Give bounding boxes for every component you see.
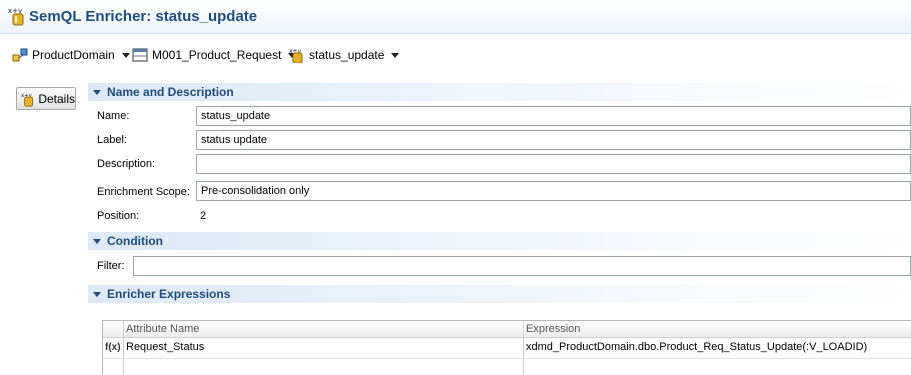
breadcrumb-item-enricher[interactable]: x+y status_update	[289, 44, 400, 66]
details-label: Details	[38, 91, 75, 106]
section-title: Name and Description	[107, 85, 234, 99]
table-row[interactable]: f(x) Request_Status xdmd_ProductDomain.d…	[103, 339, 911, 357]
collapse-triangle-icon[interactable]	[93, 89, 101, 95]
section-condition-header[interactable]: Condition	[88, 232, 911, 250]
chevron-down-icon[interactable]	[121, 52, 130, 58]
table-corner-header	[103, 321, 123, 338]
position-value: 2	[200, 210, 207, 222]
enrichment-scope-label: Enrichment Scope:	[97, 186, 190, 198]
label-field[interactable]	[196, 130, 911, 150]
filter-field[interactable]	[133, 256, 911, 276]
label-label: Label:	[97, 134, 127, 146]
details-tab-button[interactable]: x+y Details	[16, 87, 76, 110]
xy-expression-icon: x+y	[21, 93, 34, 107]
xy-expression-icon: x+y	[289, 48, 303, 63]
function-marker-icon: f(x)	[105, 342, 121, 353]
position-label: Position:	[97, 210, 140, 222]
breadcrumb-label: ProductDomain	[32, 48, 115, 62]
section-name-description-header[interactable]: Name and Description	[88, 83, 911, 101]
editor-title-bar: x+y SemQL Enricher: status_update	[0, 0, 911, 34]
name-field[interactable]	[196, 106, 911, 126]
breadcrumb-item-entity[interactable]: M001_Product_Request	[132, 44, 297, 66]
entity-table-icon	[132, 48, 148, 62]
column-header-expression[interactable]: Expression	[523, 321, 911, 338]
model-domain-icon	[12, 48, 28, 62]
column-header-attribute[interactable]: Attribute Name	[123, 321, 523, 338]
description-label: Description:	[97, 158, 156, 170]
editor-title: SemQL Enricher: status_update	[29, 8, 258, 25]
collapse-triangle-icon[interactable]	[93, 291, 101, 297]
section-expressions-header[interactable]: Enricher Expressions	[88, 285, 911, 303]
chevron-down-icon[interactable]	[391, 52, 400, 58]
xy-expression-icon: x+y	[8, 7, 24, 26]
row-divider	[103, 358, 911, 359]
name-label: Name:	[97, 110, 130, 122]
section-title: Condition	[107, 234, 163, 248]
description-field[interactable]	[196, 154, 911, 174]
breadcrumb-item-domain[interactable]: ProductDomain	[12, 44, 130, 66]
attribute-name-cell[interactable]: Request_Status	[123, 339, 523, 356]
section-title: Enricher Expressions	[107, 287, 231, 301]
enrichment-scope-select[interactable]: Pre-consolidation only	[196, 181, 911, 201]
collapse-triangle-icon[interactable]	[93, 238, 101, 244]
breadcrumb: ProductDomain M001_Product_Request x+y s…	[0, 44, 911, 66]
expression-cell[interactable]: xdmd_ProductDomain.dbo.Product_Req_Statu…	[523, 339, 911, 356]
breadcrumb-label: M001_Product_Request	[152, 48, 282, 62]
expressions-table[interactable]: Attribute Name Expression f(x) Request_S…	[102, 320, 911, 375]
filter-label: Filter:	[97, 260, 125, 272]
breadcrumb-label: status_update	[309, 48, 385, 62]
enrichment-scope-value: Pre-consolidation only	[201, 185, 310, 197]
